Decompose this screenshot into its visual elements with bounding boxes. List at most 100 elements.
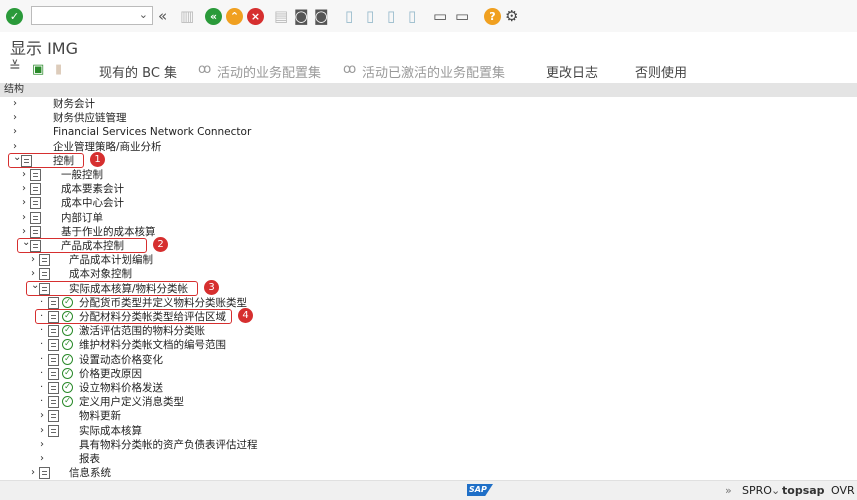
new-session-icon[interactable]: ▭ (433, 8, 447, 25)
leaf-dot-icon[interactable]: · (40, 381, 43, 395)
documentation-icon[interactable] (30, 211, 41, 224)
documentation-icon[interactable] (48, 396, 59, 409)
chevron-right-icon[interactable]: › (22, 196, 26, 210)
expand-all-icon[interactable]: ≚ (9, 59, 21, 75)
tree-node[interactable]: · ✓ 价格更改原因 (0, 367, 857, 381)
status-more[interactable]: » (725, 484, 732, 497)
tree-node-label[interactable]: 设立物料价格发送 (79, 381, 163, 395)
documentation-icon[interactable] (30, 225, 41, 238)
tree-node[interactable]: · ✓ 定义用户定义消息类型 (0, 395, 857, 409)
documentation-icon[interactable] (48, 382, 59, 394)
documentation-icon[interactable] (48, 367, 59, 380)
save-icon[interactable]: ▥ (180, 8, 194, 25)
tree-node[interactable]: ⌄ 控制 (0, 152, 857, 168)
tree-node-label[interactable]: 激活评估范围的物料分类账 (79, 324, 205, 338)
settings-icon[interactable]: ⚙ (505, 8, 518, 25)
documentation-icon[interactable] (48, 296, 59, 309)
enter-icon[interactable]: ✓ (6, 8, 23, 25)
documentation-icon[interactable] (30, 183, 41, 196)
chevron-right-icon[interactable]: › (40, 424, 44, 438)
tree-node[interactable]: › 企业管理策略/商业分析 (0, 140, 857, 154)
tree-node-label[interactable]: 报表 (79, 452, 100, 466)
tree-node-label[interactable]: 产品成本计划编制 (69, 253, 153, 267)
active-bc-button[interactable]: 活动的业务配置集 (217, 62, 321, 81)
tree-node-label[interactable]: 分配货币类型并定义物料分类账类型 (79, 296, 247, 310)
chevron-down-icon[interactable]: ⌄ (139, 8, 148, 21)
documentation-icon[interactable] (39, 254, 50, 267)
tree-node[interactable]: › 实际成本核算 (0, 424, 857, 438)
documentation-icon[interactable] (39, 467, 50, 480)
tree-node[interactable]: · ✓ 激活评估范围的物料分类账 (0, 324, 857, 338)
print-icon[interactable]: ▤ (274, 8, 288, 25)
existing-bc-button[interactable]: 现有的 BC 集 (99, 62, 177, 81)
insert-mode[interactable]: OVR (831, 484, 855, 497)
tree-node[interactable]: › 报表 (0, 452, 857, 466)
tree-node-label[interactable]: Financial Services Network Connector (53, 125, 251, 139)
tree-node-label[interactable]: 维护材料分类帐文档的编号范围 (79, 338, 226, 352)
chevron-right-icon[interactable]: › (40, 409, 44, 423)
chevron-right-icon[interactable]: › (13, 125, 17, 139)
chevron-right-icon[interactable]: › (22, 211, 26, 225)
tree-node[interactable]: › 成本对象控制 (0, 267, 857, 281)
tree-node-label[interactable]: 实际成本核算 (79, 424, 142, 438)
activated-bc-button[interactable]: 活动已激活的业务配置集 (362, 62, 505, 81)
tree-node[interactable]: › 产品成本计划编制 (0, 253, 857, 267)
help-icon[interactable]: ? (484, 8, 501, 25)
nav-back-icon[interactable]: « (205, 8, 222, 25)
tree-node[interactable]: · ✓ 设置动态价格变化 (0, 353, 857, 367)
documentation-icon[interactable] (48, 424, 59, 437)
chevron-right-icon[interactable]: › (22, 182, 26, 196)
tree-node-label[interactable]: 财务供应链管理 (53, 111, 127, 125)
documentation-icon[interactable] (48, 353, 59, 366)
execute-clock-icon[interactable]: ✓ (62, 353, 73, 365)
tree-node-label[interactable]: 定义用户定义消息类型 (79, 395, 184, 409)
tree-node-label[interactable]: 物料更新 (79, 409, 121, 423)
tree-node-label[interactable]: 成本要素会计 (61, 182, 124, 196)
chevron-right-icon[interactable]: › (13, 97, 17, 111)
chevron-right-icon[interactable]: › (13, 111, 17, 125)
tree-node-label[interactable]: 成本对象控制 (69, 267, 132, 281)
leaf-dot-icon[interactable]: · (40, 296, 43, 310)
documentation-icon[interactable] (30, 169, 41, 181)
tree-select-icon[interactable]: ▣ (32, 62, 44, 77)
tree-node-label[interactable]: 价格更改原因 (79, 367, 142, 381)
bc-set-icon[interactable]: ▮ (55, 62, 62, 77)
find-icon[interactable]: ◙ (294, 8, 309, 25)
tree-node[interactable]: › 基于作业的成本核算 (0, 225, 857, 239)
tree-node-label[interactable]: 内部订单 (61, 211, 103, 225)
next-page-icon[interactable]: ▯ (387, 8, 395, 25)
leaf-dot-icon[interactable]: · (40, 324, 43, 338)
execute-clock-icon[interactable]: ✓ (62, 339, 73, 351)
change-log-button[interactable]: 更改日志 (546, 62, 598, 81)
cancel-icon[interactable]: × (247, 8, 264, 25)
execute-clock-icon[interactable]: ✓ (62, 396, 73, 408)
leaf-dot-icon[interactable]: · (40, 395, 43, 409)
tree-node[interactable]: · ✓ 维护材料分类帐文档的编号范围 (0, 338, 857, 352)
leaf-dot-icon[interactable]: · (40, 353, 43, 367)
documentation-icon[interactable] (48, 410, 59, 423)
command-field[interactable]: ⌄ (31, 6, 153, 25)
tree-node[interactable]: › 成本中心会计 (0, 196, 857, 210)
tree-node-label[interactable]: 一般控制 (61, 168, 103, 182)
execute-clock-icon[interactable]: ✓ (62, 325, 73, 337)
tree-node-label[interactable]: 企业管理策略/商业分析 (53, 140, 162, 154)
first-page-icon[interactable]: ▯ (345, 8, 353, 25)
tree-node[interactable]: › 内部订单 (0, 211, 857, 225)
chevron-right-icon[interactable]: › (40, 438, 44, 452)
last-page-icon[interactable]: ▯ (408, 8, 416, 25)
tree-node[interactable]: · ✓ 设立物料价格发送 (0, 381, 857, 395)
shortcut-icon[interactable]: ▭ (455, 8, 469, 25)
tree-node[interactable]: › 信息系统 (0, 466, 857, 480)
chevron-right-icon[interactable]: › (22, 168, 26, 182)
execute-clock-icon[interactable]: ✓ (62, 382, 73, 393)
documentation-icon[interactable] (48, 325, 59, 338)
tree-node-label[interactable]: 设置动态价格变化 (79, 353, 163, 367)
tree-node-label[interactable]: 成本中心会计 (61, 196, 124, 210)
tree-node[interactable]: › 财务供应链管理 (0, 111, 857, 125)
tree-node-label[interactable]: 基于作业的成本核算 (61, 225, 156, 239)
prev-page-icon[interactable]: ▯ (366, 8, 374, 25)
chevron-down-icon[interactable]: ⌄ (771, 484, 780, 497)
execute-clock-icon[interactable]: ✓ (62, 367, 73, 379)
transaction-code[interactable]: SPRO (742, 484, 772, 497)
documentation-icon[interactable] (39, 268, 50, 281)
